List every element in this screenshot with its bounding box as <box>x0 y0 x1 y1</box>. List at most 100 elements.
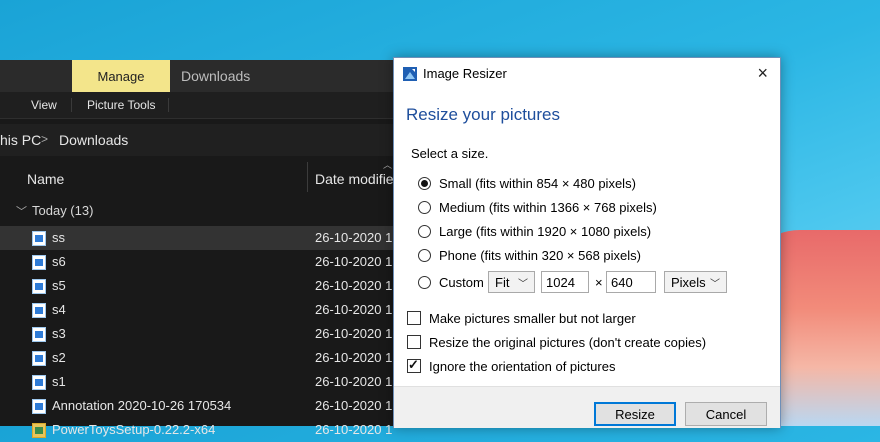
image-resizer-dialog: Image Resizer × Resize your pictures Sel… <box>393 57 781 428</box>
column-name-header[interactable]: Name <box>27 171 64 187</box>
radio-label: Phone (fits within 320 × 568 pixels) <box>439 247 641 263</box>
chevron-down-icon: ﹀ <box>518 279 528 290</box>
fit-mode-dropdown[interactable]: Fit ﹀ <box>488 271 535 293</box>
file-name: s4 <box>52 302 66 317</box>
file-date: 26-10-2020 1 <box>315 230 393 245</box>
breadcrumb-this-pc[interactable]: his PC <box>0 132 41 148</box>
file-date: 26-10-2020 1 <box>315 278 393 293</box>
radio-button[interactable] <box>418 224 431 238</box>
image-file-icon <box>32 351 46 366</box>
select-size-label: Select a size. <box>411 146 489 161</box>
image-file-icon <box>32 399 46 414</box>
column-header: Name ︿ Date modifie <box>0 160 420 196</box>
file-explorer-window: Manage Downloads View Picture Tools his … <box>0 60 420 438</box>
file-name: s5 <box>52 278 66 293</box>
file-date: 26-10-2020 1 <box>315 350 393 365</box>
file-name: s2 <box>52 350 66 365</box>
radio-button[interactable] <box>418 248 431 262</box>
list-item[interactable]: s6 26-10-2020 1 <box>0 250 420 274</box>
times-sign: × <box>595 275 603 290</box>
checkbox-label: Make pictures smaller but not larger <box>429 310 636 326</box>
dialog-titlebar[interactable]: Image Resizer × <box>394 58 780 90</box>
checkbox-label: Ignore the orientation of pictures <box>429 358 616 374</box>
checkbox-label: Resize the original pictures (don't crea… <box>429 334 707 350</box>
file-date: 26-10-2020 1 <box>315 302 393 317</box>
list-item[interactable]: PowerToysSetup-0.22.2-x64 26-10-2020 1 <box>0 418 420 442</box>
radio-size-phone[interactable]: Phone (fits within 320 × 568 pixels) <box>418 245 641 265</box>
chevron-down-icon: ﹀ <box>710 279 720 290</box>
list-item[interactable]: s2 26-10-2020 1 <box>0 346 420 370</box>
radio-button[interactable] <box>418 176 431 190</box>
list-item[interactable]: s5 26-10-2020 1 <box>0 274 420 298</box>
tab-manage-label: Manage <box>97 68 145 84</box>
file-date: 26-10-2020 1 <box>315 254 393 269</box>
cancel-button[interactable]: Cancel <box>685 402 767 426</box>
dialog-heading: Resize your pictures <box>406 105 561 124</box>
fit-mode-value: Fit <box>495 275 510 290</box>
ribbon-tab-bar: Manage Downloads <box>0 60 420 92</box>
dialog-title: Image Resizer <box>423 66 507 81</box>
file-name: s3 <box>52 326 66 341</box>
file-date: 26-10-2020 1 <box>315 326 393 341</box>
tab-divider <box>168 98 169 112</box>
close-icon[interactable]: × <box>757 63 768 84</box>
file-name: ss <box>52 230 65 245</box>
option-smaller-not-larger[interactable]: Make pictures smaller but not larger <box>407 309 636 327</box>
radio-label: Large (fits within 1920 × 1080 pixels) <box>439 223 652 239</box>
file-name: s6 <box>52 254 66 269</box>
image-file-icon <box>32 303 46 318</box>
breadcrumb-downloads[interactable]: Downloads <box>59 132 128 148</box>
radio-label: Custom <box>439 274 484 290</box>
unit-value: Pixels <box>671 275 706 290</box>
width-input[interactable] <box>541 271 589 293</box>
group-label: Today (13) <box>32 203 94 218</box>
file-date: 26-10-2020 1 <box>315 374 393 389</box>
window-title: Downloads <box>181 68 251 84</box>
file-name: PowerToysSetup-0.22.2-x64 <box>52 422 216 437</box>
radio-label: Small (fits within 854 × 480 pixels) <box>439 175 636 191</box>
tab-view[interactable]: View <box>31 98 57 112</box>
radio-size-custom[interactable]: Custom <box>418 272 484 292</box>
tab-divider <box>71 98 72 112</box>
image-resizer-app-icon <box>403 67 417 81</box>
unit-dropdown[interactable]: Pixels ﹀ <box>664 271 727 293</box>
list-item[interactable]: s1 26-10-2020 1 <box>0 370 420 394</box>
file-date: 26-10-2020 1 <box>315 398 393 413</box>
image-file-icon <box>32 375 46 390</box>
column-divider[interactable] <box>307 162 308 192</box>
list-item[interactable]: Annotation 2020-10-26 170534 26-10-2020 … <box>0 394 420 418</box>
height-input[interactable] <box>606 271 656 293</box>
option-resize-original[interactable]: Resize the original pictures (don't crea… <box>407 333 706 351</box>
image-file-icon <box>32 231 46 246</box>
radio-button[interactable] <box>418 275 431 289</box>
list-item[interactable]: s3 26-10-2020 1 <box>0 322 420 346</box>
group-header-today[interactable]: ﹀ Today (13) <box>16 203 93 219</box>
radio-size-large[interactable]: Large (fits within 1920 × 1080 pixels) <box>418 221 651 241</box>
file-name: Annotation 2020-10-26 170534 <box>52 398 232 413</box>
option-ignore-orientation[interactable]: Ignore the orientation of pictures <box>407 357 615 375</box>
tab-picture-tools[interactable]: Picture Tools <box>87 98 155 112</box>
radio-label: Medium (fits within 1366 × 768 pixels) <box>439 199 657 215</box>
checkbox[interactable] <box>407 311 421 325</box>
resize-button[interactable]: Resize <box>594 402 676 426</box>
list-item[interactable]: ss 26-10-2020 1 <box>0 226 420 250</box>
checkbox[interactable] <box>407 357 421 373</box>
installer-file-icon <box>32 423 46 438</box>
radio-size-small[interactable]: Small (fits within 854 × 480 pixels) <box>418 173 636 193</box>
chevron-right-icon[interactable]: > <box>41 132 48 146</box>
file-name: s1 <box>52 374 66 389</box>
breadcrumb[interactable]: his PC > Downloads <box>0 124 420 156</box>
image-file-icon <box>32 327 46 342</box>
dialog-footer: Resize Cancel <box>394 386 780 428</box>
chevron-down-icon[interactable]: ﹀ <box>16 206 27 218</box>
radio-button[interactable] <box>418 200 431 214</box>
radio-size-medium[interactable]: Medium (fits within 1366 × 768 pixels) <box>418 197 657 217</box>
sort-caret-icon: ︿ <box>383 160 393 170</box>
file-date: 26-10-2020 1 <box>315 422 393 437</box>
image-file-icon <box>32 279 46 294</box>
checkbox[interactable] <box>407 335 421 349</box>
tab-manage[interactable]: Manage <box>72 60 170 92</box>
list-item[interactable]: s4 26-10-2020 1 <box>0 298 420 322</box>
column-date-header[interactable]: Date modifie <box>315 171 394 187</box>
image-file-icon <box>32 255 46 270</box>
